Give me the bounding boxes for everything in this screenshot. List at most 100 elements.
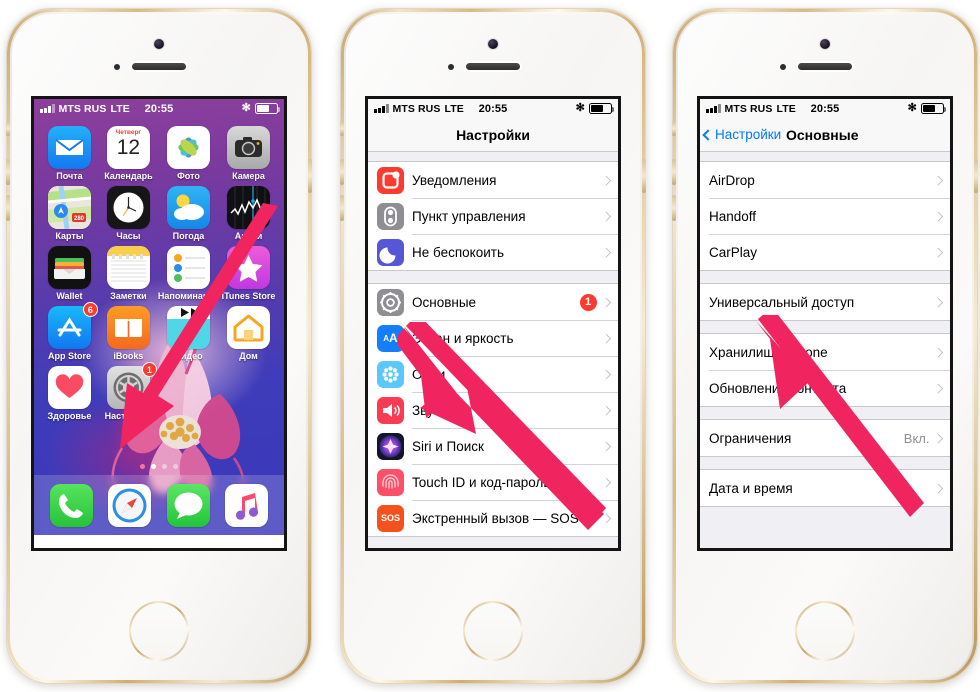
settings-row-sounds[interactable]: Звуки <box>368 392 618 428</box>
settings-row-date-time[interactable]: Дата и время <box>700 470 950 506</box>
settings-row-touch-id[interactable]: Touch ID и код-пароль <box>368 464 618 500</box>
volume-down-button[interactable] <box>6 195 10 221</box>
app-icon-settings[interactable]: 1 Настройки <box>99 362 158 421</box>
volume-up-button[interactable] <box>340 159 344 185</box>
general-settings-list[interactable]: AirDrop Handoff CarPlay Универсальный до… <box>700 152 950 548</box>
bluetooth-icon: ✻ <box>907 102 917 114</box>
chevron-right-icon <box>933 247 943 257</box>
itunes-store-icon <box>227 246 271 289</box>
dock-item-music[interactable] <box>225 483 269 527</box>
app-icon-notes[interactable]: Заметки <box>99 246 158 301</box>
list-gap <box>700 457 950 469</box>
volume-up-button[interactable] <box>672 159 676 185</box>
back-button[interactable]: Настройки <box>702 127 781 142</box>
status-left: MTS RUS LTE <box>374 103 464 115</box>
settings-list[interactable]: Уведомления Пункт управления Не беспокои… <box>368 152 618 548</box>
app-icon-mail[interactable]: Почта <box>40 126 99 181</box>
wallet-icon <box>47 246 91 289</box>
page-title: Основные <box>786 126 859 143</box>
calendar-icon: Четверг 12 <box>106 126 150 169</box>
status-left: MTS RUS LTE <box>40 103 130 115</box>
sounds-icon <box>377 396 404 424</box>
carrier-label: MTS RUS <box>58 102 107 115</box>
row-label: Touch ID и код-пароль <box>412 474 551 490</box>
power-button[interactable] <box>974 159 978 193</box>
app-icon-weather[interactable]: Погода <box>158 186 219 241</box>
general-gear-icon <box>377 288 404 316</box>
list-gap <box>700 152 950 161</box>
app-icon-itunes-store[interactable]: iTunes Store <box>219 246 278 301</box>
settings-row-sos[interactable]: SOS Экстренный вызов — SOS <box>368 500 618 536</box>
settings-row-restrictions[interactable]: Ограничения Вкл. <box>700 420 950 456</box>
app-icon-reminders[interactable]: Напоминания <box>158 246 219 301</box>
settings-row-airdrop[interactable]: AirDrop <box>700 162 950 198</box>
dock-item-messages[interactable] <box>166 483 210 527</box>
settings-row-display-brightness[interactable]: AA Экран и яркость <box>368 320 618 356</box>
videos-icon <box>166 306 210 349</box>
dock-item-phone[interactable] <box>49 483 93 527</box>
aa-glyph-large: A <box>389 331 398 345</box>
app-icon-wallet[interactable]: Wallet <box>40 246 99 301</box>
volume-up-button[interactable] <box>6 159 10 185</box>
weather-icon <box>166 186 210 229</box>
messages-icon <box>166 483 210 527</box>
settings-row-background-refresh[interactable]: Обновление контента <box>700 370 950 406</box>
volume-down-button[interactable] <box>340 195 344 221</box>
app-icon-maps[interactable]: 280 Карты <box>40 186 99 241</box>
mute-switch[interactable] <box>340 121 344 136</box>
row-label: Siri и Поиск <box>412 438 484 454</box>
app-icon-photos[interactable]: Фото <box>158 126 219 181</box>
network-label: LTE <box>776 102 796 115</box>
chevron-right-icon <box>601 175 611 185</box>
control-center-icon <box>377 202 404 230</box>
app-label: Заметки <box>110 291 147 301</box>
mute-switch[interactable] <box>6 121 10 136</box>
home-button[interactable] <box>129 601 189 661</box>
settings-row-do-not-disturb[interactable]: Не беспокоить <box>368 234 618 270</box>
signal-bars-icon <box>40 104 55 113</box>
settings-row-wallpaper[interactable]: Обои <box>368 356 618 392</box>
app-icon-ibooks[interactable]: iBooks <box>99 306 158 361</box>
settings-row-iphone-storage[interactable]: Хранилище iPhone <box>700 334 950 370</box>
chevron-left-icon <box>702 128 714 141</box>
app-icon-stocks[interactable]: Акции <box>219 186 278 241</box>
settings-row-carplay[interactable]: CarPlay <box>700 234 950 270</box>
home-button[interactable] <box>795 601 855 661</box>
status-bar: MTS RUS LTE 20:55 ✻ <box>700 99 950 118</box>
settings-row-handoff[interactable]: Handoff <box>700 198 950 234</box>
dock-item-safari[interactable] <box>108 483 152 527</box>
sos-icon: SOS <box>377 504 404 532</box>
app-icon-clock[interactable]: Часы <box>99 186 158 241</box>
settings-row-control-center[interactable]: Пункт управления <box>368 198 618 234</box>
app-icon-calendar[interactable]: Четверг 12 Календарь <box>99 126 158 181</box>
notes-icon <box>106 246 150 289</box>
status-bar: MTS RUS LTE 20:55 ✻ <box>34 99 284 118</box>
iphone-device-2: MTS RUS LTE 20:55 ✻ Настройки Уведомлени… <box>340 8 646 684</box>
app-icon-health[interactable]: Здоровье <box>40 366 99 421</box>
signal-bars-icon <box>706 104 721 113</box>
settings-row-notifications[interactable]: Уведомления <box>368 162 618 198</box>
navigation-bar: Настройки <box>368 118 618 152</box>
list-gap <box>700 407 950 419</box>
app-icon-home[interactable]: Дом <box>219 306 278 361</box>
row-label: Дата и время <box>709 480 793 496</box>
row-label: Универсальный доступ <box>709 294 855 310</box>
app-icon-videos[interactable]: Видео <box>158 306 219 361</box>
app-icon-app-store[interactable]: 6 App Store <box>40 302 99 361</box>
app-icon-camera[interactable]: Камера <box>219 126 278 181</box>
settings-row-siri[interactable]: Siri и Поиск <box>368 428 618 464</box>
mute-switch[interactable] <box>672 121 676 136</box>
power-button[interactable] <box>308 159 312 193</box>
volume-down-button[interactable] <box>672 195 676 221</box>
network-label: LTE <box>444 102 464 115</box>
app-label: Календарь <box>104 171 153 181</box>
settings-row-accessibility[interactable]: Универсальный доступ <box>700 284 950 320</box>
home-button[interactable] <box>463 601 523 661</box>
dock <box>34 475 284 535</box>
notifications-icon <box>377 166 404 194</box>
settings-row-general[interactable]: Основные 1 <box>368 284 618 320</box>
calendar-weekday: Четверг <box>115 129 142 136</box>
carrier-label: MTS RUS <box>724 102 773 115</box>
power-button[interactable] <box>642 159 646 193</box>
page-indicator-dots[interactable] <box>34 464 284 469</box>
